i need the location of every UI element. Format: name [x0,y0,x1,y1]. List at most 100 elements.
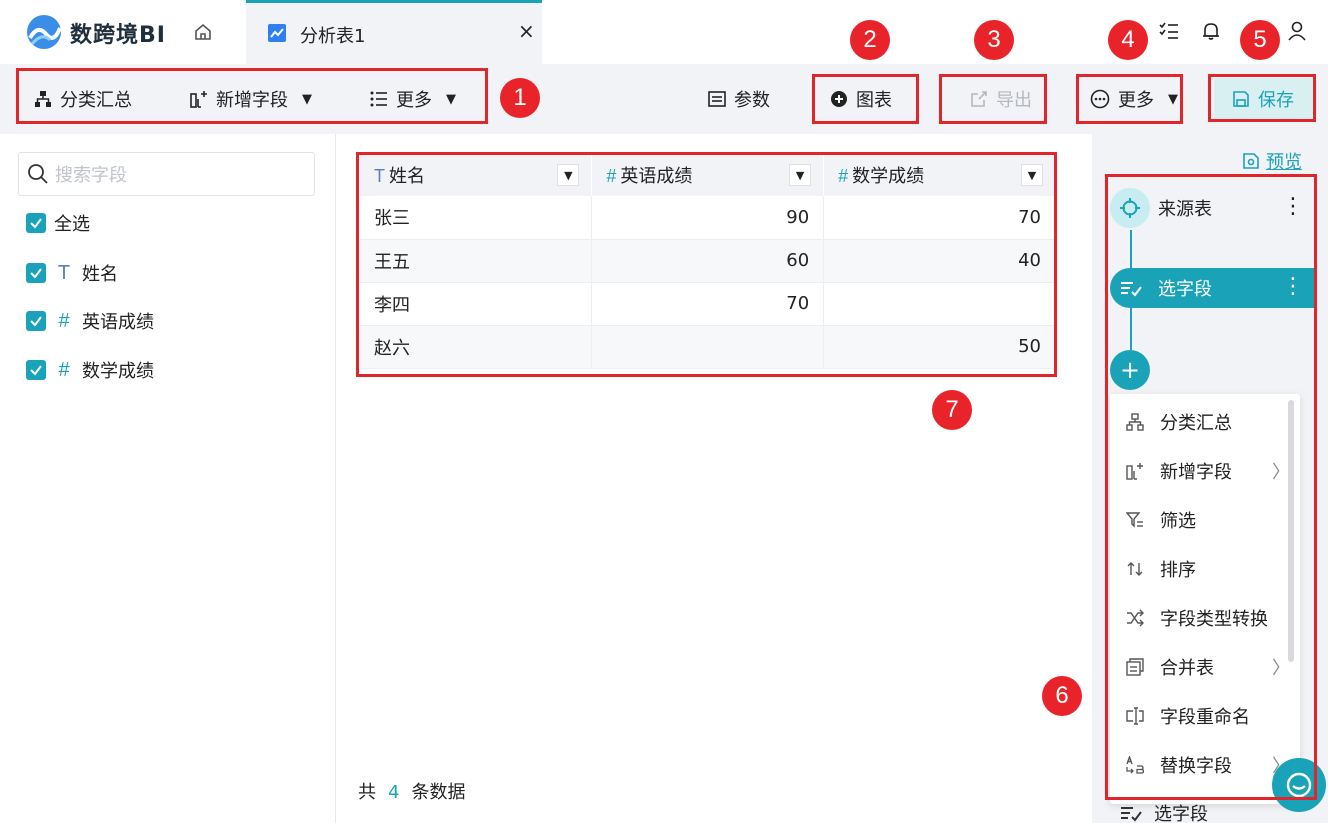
bell-icon [1203,23,1219,40]
menu-item-filter[interactable]: 筛选 [1110,500,1300,540]
annotation-marker-6: 6 [1042,676,1082,716]
number-type-icon: # [838,166,849,186]
add-step-menu: 分类汇总 新增字段 〉 筛选 排序 字段类型转换 合并表 〉 字段重命名 替换字… [1110,394,1300,804]
add-field-button[interactable]: 新增字段 ▼ [190,84,312,114]
table-row: 王五 60 40 [360,239,1056,283]
field-item[interactable]: # 数学成绩 [26,357,154,383]
table-cell: 70 [591,282,825,326]
save-button[interactable]: 保存 [1214,78,1312,120]
chat-icon [1286,772,1312,798]
step-select-fields[interactable]: 选字段 ⋮ [1110,268,1316,308]
menu-item-type-convert[interactable]: 字段类型转换 [1110,598,1300,638]
field-panel: 全选 T 姓名 # 英语成绩 # 数学成绩 [0,134,336,823]
task-list-button[interactable] [1156,18,1182,44]
preview-label: 预览 [1266,152,1302,173]
chart-label: 图表 [856,90,892,111]
column-header[interactable]: # 数学成绩 ▼ [823,154,1056,196]
menu-item-merge[interactable]: 合并表 〉 [1110,647,1300,687]
more-right-button[interactable]: 更多 ▼ [1090,84,1178,114]
number-type-icon: # [58,358,70,381]
menu-item-rename[interactable]: 字段重命名 [1110,696,1300,736]
checkbox-checked[interactable] [26,263,46,283]
menu-label: 新增字段 [1160,462,1232,483]
field-item[interactable]: # 英语成绩 [26,308,154,334]
column-header[interactable]: # 英语成绩 ▼ [591,154,825,196]
table-cell: 李四 [360,282,593,326]
kebab-icon[interactable]: ⋮ [1282,196,1304,218]
home-icon [195,23,211,40]
search-input[interactable] [55,161,305,189]
data-preview: T 姓名 ▼ # 英语成绩 ▼ # 数学成绩 ▼ 张三 90 70 王五 60 … [336,134,1092,823]
annotation-marker-3: 3 [974,20,1014,60]
checkbox-checked[interactable] [26,360,46,380]
table-row: 张三 90 70 [360,196,1056,240]
field-search[interactable] [18,152,315,196]
tab-label: 分析表1 [300,26,366,47]
column-header[interactable]: T 姓名 ▼ [360,154,593,196]
tab-analysis[interactable]: 分析表1 × [246,0,542,64]
annotation-marker-2: 2 [850,20,890,60]
group-summary-label: 分类汇总 [60,90,132,111]
number-type-icon: # [58,309,70,332]
menu-item-add-field[interactable]: 新增字段 〉 [1110,451,1300,491]
step-source-table[interactable]: 来源表 ⋮ [1110,186,1316,230]
home-button[interactable] [188,18,218,46]
caret-down-icon: ▼ [446,91,456,107]
export-label: 导出 [996,90,1032,111]
check-icon [30,316,42,327]
select-all-label: 全选 [54,214,90,235]
column-dropdown-button[interactable]: ▼ [1021,164,1043,186]
table-cell: 70 [823,196,1056,240]
params-label: 参数 [734,90,770,111]
kebab-icon[interactable]: ⋮ [1282,276,1304,298]
column-name: 数学成绩 [852,166,925,187]
column-dropdown-button[interactable]: ▼ [557,164,580,186]
crosshair-icon [1110,188,1150,228]
notification-button[interactable] [1198,18,1224,44]
field-item[interactable]: T 姓名 [26,260,118,286]
save-icon [1233,91,1249,107]
preview-link[interactable]: 预览 [1242,148,1302,174]
params-icon [708,91,726,107]
sort-icon [1124,558,1146,580]
caret-down-icon: ▼ [1168,91,1178,107]
select-all-row[interactable]: 全选 [26,210,90,236]
table-header-row: T 姓名 ▼ # 英语成绩 ▼ # 数学成绩 ▼ [360,154,1056,196]
table-cell: 90 [591,196,825,240]
user-icon [1288,21,1306,41]
export-button[interactable]: 导出 [970,84,1032,114]
checkbox-checked[interactable] [26,213,46,233]
chart-button[interactable]: 图表 [830,84,892,114]
params-button[interactable]: 参数 [708,84,770,114]
annotation-marker-4: 4 [1108,20,1148,60]
export-icon [971,91,987,107]
checkbox-checked[interactable] [26,311,46,331]
menu-item-sort[interactable]: 排序 [1110,549,1300,589]
menu-label: 分类汇总 [1160,413,1232,434]
search-icon [28,164,48,184]
add-field-label: 新增字段 [216,90,288,111]
table-row: 赵六 50 [360,325,1056,369]
data-table: T 姓名 ▼ # 英语成绩 ▼ # 数学成绩 ▼ 张三 90 70 王五 60 … [360,154,1056,369]
rename-icon [1124,705,1146,727]
add-step-button[interactable]: + [1110,350,1150,390]
number-type-icon: # [606,166,617,186]
step-connector [1130,308,1132,350]
column-dropdown-button[interactable]: ▼ [789,164,812,186]
text-type-icon: T [57,261,71,284]
field-name: 英语成绩 [82,312,154,333]
chat-support-button[interactable] [1272,758,1326,812]
check-icon [30,268,42,279]
chevron-right-icon: 〉 [1272,658,1290,679]
menu-item-group-summary[interactable]: 分类汇总 [1110,402,1300,442]
column-name: 英语成绩 [620,166,693,187]
table-cell [823,282,1056,326]
add-column-icon [1124,460,1146,482]
row-count-suffix: 条数据 [411,782,466,803]
step-select-fields-secondary[interactable]: 选字段 [1120,800,1208,823]
user-button[interactable] [1284,18,1310,44]
tab-close-button[interactable]: × [518,19,535,43]
more-left-button[interactable]: 更多 ▼ [370,84,456,114]
group-summary-button[interactable]: 分类汇总 [34,84,132,114]
annotation-marker-5: 5 [1240,20,1280,60]
